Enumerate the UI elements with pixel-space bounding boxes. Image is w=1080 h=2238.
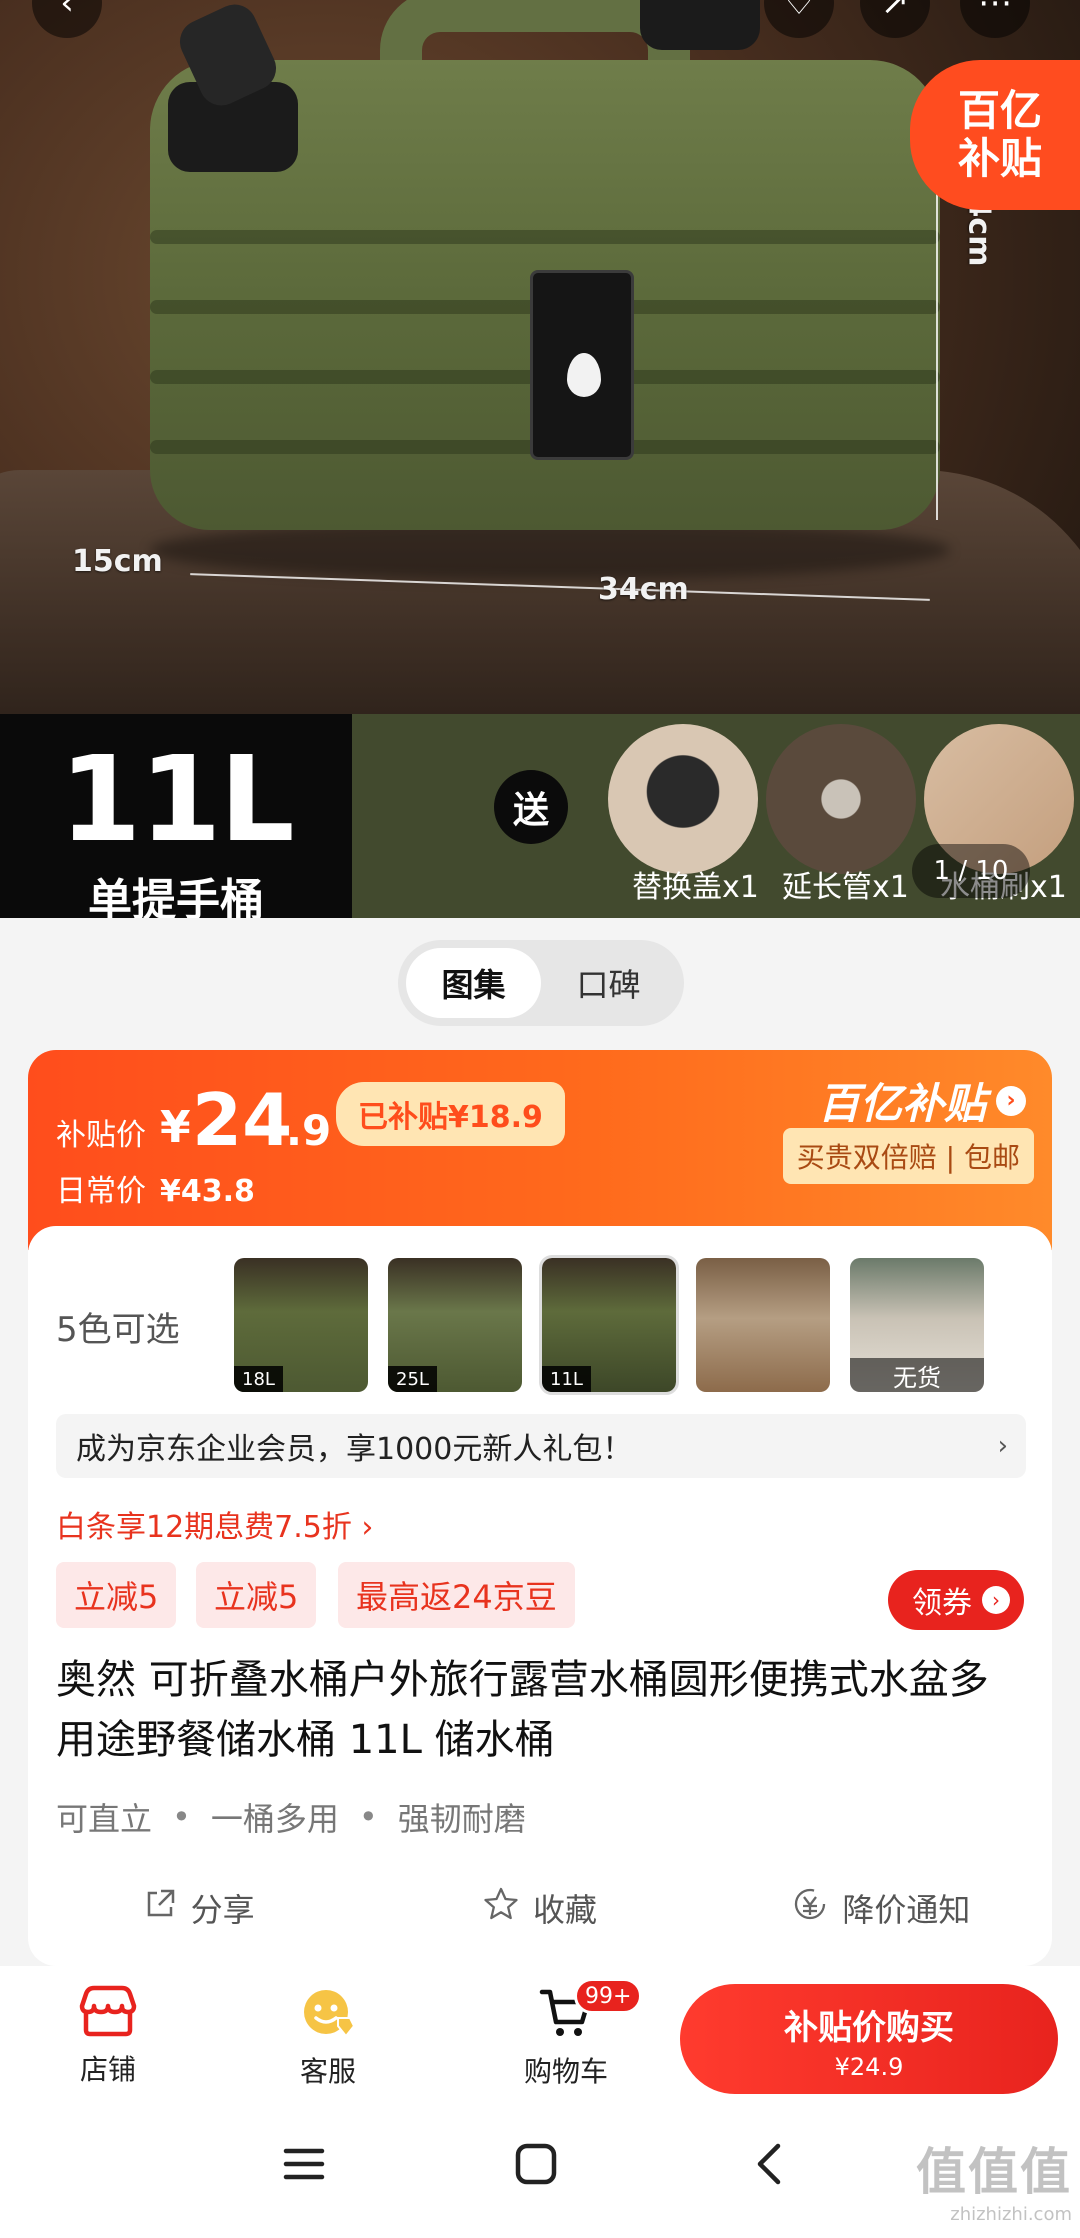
menu-icon — [282, 2145, 326, 2187]
subsidized-amount-badge: 已补贴¥18.9 — [336, 1082, 565, 1146]
share-icon[interactable]: ↗ — [860, 0, 930, 38]
top-cap — [640, 0, 760, 50]
product-info-card: 5色可选 18L 25L 11L 无货 成为京东企业会员，享1000元新人礼包！… — [28, 1226, 1052, 1966]
subsidy-brand-link[interactable]: 百亿补贴 › — [818, 1070, 1026, 1131]
share-icon — [143, 1887, 177, 1929]
product-title: 奥然 可折叠水桶户外旅行露营水桶圆形便携式水盆多用途野餐储水桶 11L 储水桶 — [56, 1657, 989, 1763]
star-icon — [483, 1886, 519, 1930]
watermark: 值值值 zhizhizhi.com — [916, 2143, 1072, 2225]
cart-button[interactable]: 99+ 购物车 — [506, 1978, 643, 2090]
out-of-stock-label: 无货 — [850, 1358, 984, 1392]
tab-reviews[interactable]: 口碑 — [541, 948, 676, 1018]
product-actions: 分享 收藏 降价通知 — [28, 1878, 1052, 1938]
store-icon — [78, 1985, 138, 2042]
installment-offer-link[interactable]: 白条享12期息费7.5折 › — [56, 1502, 373, 1546]
variant-swatch-selected[interactable]: 11L — [539, 1255, 679, 1395]
cart-count-badge: 99+ — [574, 1978, 643, 2014]
bottom-action-bar: 店铺 客服 99+ 购物车 补贴价购买 ¥24.9 — [0, 1966, 1080, 2096]
favorite-icon[interactable]: ♡ — [764, 0, 834, 38]
volume-label: 11L — [59, 730, 294, 868]
back-chevron-icon — [752, 2142, 788, 2190]
dim-depth: 15cm — [72, 544, 163, 579]
replacement-cap-image — [608, 724, 758, 874]
home-square-icon — [514, 2142, 558, 2190]
accessory-label: 替换盖x1 — [632, 870, 759, 905]
feature-tag: 强韧耐磨 — [397, 1800, 526, 1838]
back-nav-button[interactable] — [730, 2136, 810, 2196]
enterprise-member-banner[interactable]: 成为京东企业会员，享1000元新人礼包！ › — [56, 1414, 1026, 1478]
coupon-badge[interactable]: 最高返24京豆 — [338, 1562, 575, 1628]
more-icon[interactable]: ⋯ — [960, 0, 1030, 38]
variant-tag: 25L — [388, 1366, 437, 1392]
system-navigation-bar: 值值值 zhizhizhi.com — [0, 2096, 1080, 2238]
daily-price: 日常价 ¥43.8 — [56, 1174, 255, 1209]
bucket-type-label: 单提手桶 — [88, 875, 264, 918]
favorite-button[interactable]: 收藏 — [369, 1878, 710, 1938]
customer-service-button[interactable]: 客服 — [268, 1984, 388, 2090]
store-button[interactable]: 店铺 — [48, 1984, 168, 2088]
price-drop-icon — [792, 1886, 828, 1930]
product-image-carousel[interactable]: 4cm 15cm 34cm ‹ ♡ ↗ ⋯ 百亿 补贴 11L 单提手桶 送 替… — [0, 0, 1080, 918]
media-tabs-bar: 图集 口碑 — [0, 918, 1080, 1034]
price-banner: 补贴价 ¥ 24 .9 已补贴¥18.9 日常价 ¥43.8 百亿补贴 › 买贵双… — [28, 1050, 1052, 1250]
variant-tag: 11L — [542, 1366, 591, 1392]
share-button[interactable]: 分享 — [28, 1878, 369, 1938]
feature-tag: 一桶多用 — [210, 1800, 339, 1838]
extension-tube-image — [766, 724, 916, 874]
home-button[interactable] — [496, 2136, 576, 2196]
chevron-right-icon: › — [996, 1085, 1026, 1116]
feature-tags: 可直立 • 一桶多用 • 强韧耐磨 — [56, 1794, 526, 1840]
coupon-badge[interactable]: 立减5 — [196, 1562, 317, 1628]
variant-swatch[interactable]: 18L — [234, 1258, 368, 1392]
subsidy-badge: 百亿 补贴 — [910, 60, 1080, 210]
guarantee-badge: 买贵双倍赔 | 包邮 — [782, 1128, 1034, 1184]
variant-tag: 18L — [234, 1366, 283, 1392]
container-label — [530, 270, 634, 460]
gift-badge: 送 — [494, 770, 568, 844]
price-decimal: .9 — [286, 1106, 332, 1155]
claim-coupon-button[interactable]: 领券 › — [888, 1570, 1024, 1630]
tab-gallery[interactable]: 图集 — [406, 948, 541, 1018]
variant-swatch[interactable]: 25L — [388, 1258, 522, 1392]
feature-tag: 可直立 — [56, 1800, 153, 1838]
subsidy-buy-button[interactable]: 补贴价购买 ¥24.9 — [680, 1984, 1058, 2094]
coupon-badge[interactable]: 立减5 — [56, 1562, 177, 1628]
image-counter: 1 / 10 — [912, 844, 1030, 898]
subsidy-price-label: 补贴价 — [56, 1118, 146, 1153]
currency-symbol: ¥ — [160, 1102, 191, 1153]
accessory-label: 延长管x1 — [782, 870, 909, 905]
variants-label[interactable]: 5色可选 — [56, 1302, 180, 1351]
hero-bottom-strip: 11L 单提手桶 送 替换盖x1 延长管x1 水桶刷x1 1 / 10 — [0, 714, 1080, 918]
price-alert-button[interactable]: 降价通知 — [711, 1878, 1052, 1938]
dim-width: 34cm — [598, 572, 689, 607]
recent-apps-button[interactable] — [264, 2136, 344, 2196]
chevron-right-icon: › — [982, 1586, 1010, 1614]
variant-swatch[interactable] — [696, 1258, 830, 1392]
media-tabs: 图集 口碑 — [398, 940, 684, 1026]
back-button[interactable]: ‹ — [32, 0, 102, 38]
customer-service-icon — [298, 1990, 358, 2044]
price-integer: 24 — [192, 1078, 293, 1162]
variant-swatch-out-of-stock[interactable]: 无货 — [850, 1258, 984, 1392]
cart-icon — [536, 1989, 596, 2044]
chevron-right-icon: › — [997, 1431, 1008, 1461]
size-box: 11L 单提手桶 — [0, 714, 352, 918]
